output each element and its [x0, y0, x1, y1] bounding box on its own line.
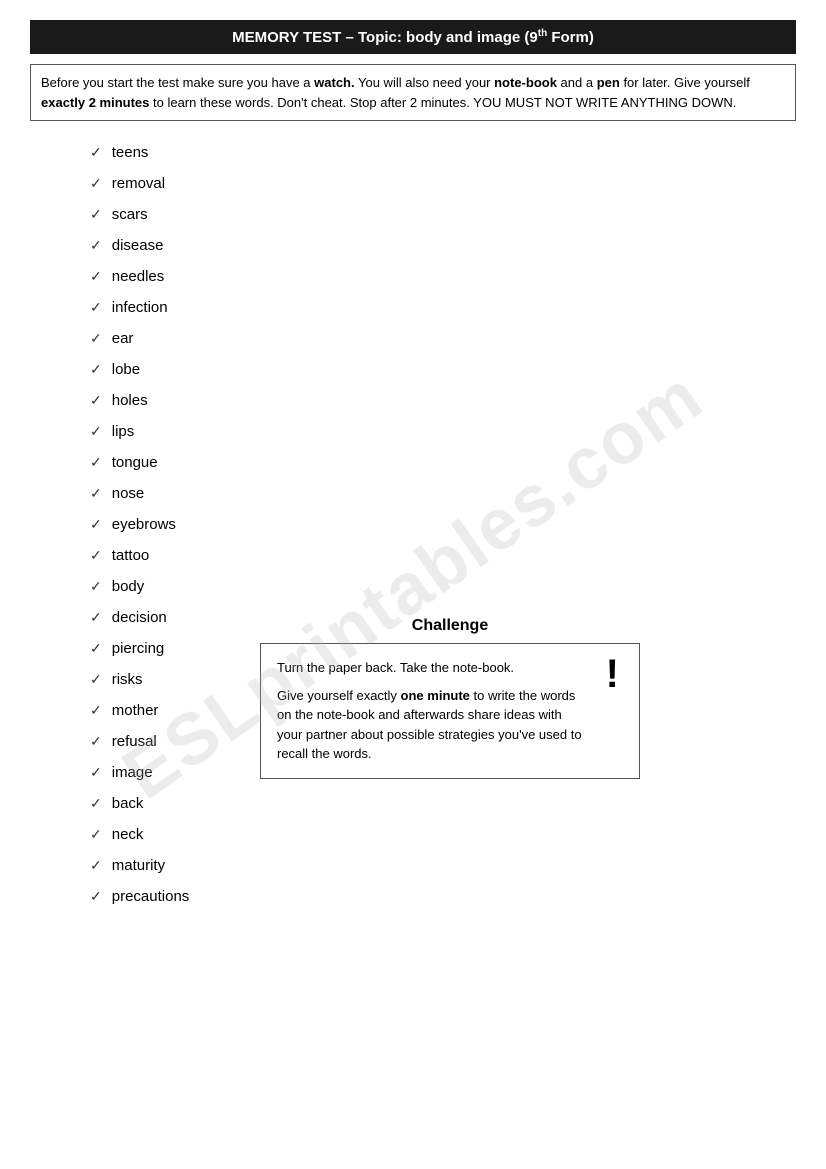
one-minute: one minute	[401, 688, 470, 703]
checkmark-icon: ✓	[90, 484, 102, 504]
checkmark-icon: ✓	[90, 608, 102, 628]
list-item: ✓ scars	[90, 199, 796, 230]
checkmark-icon: ✓	[90, 825, 102, 845]
word-text: tongue	[112, 452, 158, 473]
challenge-title: Challenge	[260, 617, 640, 635]
word-text: disease	[112, 235, 164, 256]
word-text: lobe	[112, 359, 140, 380]
list-item: ✓ holes	[90, 385, 796, 416]
checkmark-icon: ✓	[90, 422, 102, 442]
instructions-mid: You will also need your	[355, 75, 494, 90]
list-item: ✓ body	[90, 571, 796, 602]
page-title: MEMORY TEST – Topic: body and image (9th…	[30, 20, 796, 54]
checkmark-icon: ✓	[90, 763, 102, 783]
list-item: ✓ tattoo	[90, 540, 796, 571]
instructions-watch: watch.	[314, 75, 354, 90]
instructions-notebook: note-book	[494, 75, 557, 90]
checkmark-icon: ✓	[90, 453, 102, 473]
list-item: ✓ eyebrows	[90, 509, 796, 540]
challenge-line1: Turn the paper back. Take the note-book.	[277, 658, 623, 678]
list-item: ✓ back	[90, 788, 796, 819]
word-list: ✓ teens ✓ removal ✓ scars ✓ disease ✓ needles ✓ inf…	[90, 137, 796, 912]
word-text: tattoo	[112, 545, 150, 566]
instructions-mid2: and a	[557, 75, 597, 90]
word-text: lips	[112, 421, 135, 442]
checkmark-icon: ✓	[90, 515, 102, 535]
checkmark-icon: ✓	[90, 205, 102, 225]
instructions-end: for later. Give yourself	[620, 75, 750, 90]
word-text: needles	[112, 266, 165, 287]
checkmark-icon: ✓	[90, 391, 102, 411]
list-item: ✓ needles	[90, 261, 796, 292]
word-text: maturity	[112, 855, 165, 876]
word-text: decision	[112, 607, 167, 628]
word-text: ear	[112, 328, 134, 349]
word-text: mother	[112, 700, 159, 721]
instructions-pre: Before you start the test make sure you …	[41, 75, 314, 90]
word-text: eyebrows	[112, 514, 176, 535]
list-item: ✓ teens	[90, 137, 796, 168]
checkmark-icon: ✓	[90, 732, 102, 752]
list-item: ✓ lips	[90, 416, 796, 447]
checkmark-icon: ✓	[90, 887, 102, 907]
challenge-section: Challenge ! Turn the paper back. Take th…	[260, 617, 640, 779]
checkmark-icon: ✓	[90, 360, 102, 380]
word-text: refusal	[112, 731, 157, 752]
list-item: ✓ disease	[90, 230, 796, 261]
checkmark-icon: ✓	[90, 329, 102, 349]
instructions-exactly: exactly 2 minutes	[41, 95, 149, 110]
word-text: risks	[112, 669, 143, 690]
word-text: body	[112, 576, 145, 597]
checkmark-icon: ✓	[90, 546, 102, 566]
checkmark-icon: ✓	[90, 577, 102, 597]
word-text: precautions	[112, 886, 190, 907]
word-text: infection	[112, 297, 168, 318]
checkmark-icon: ✓	[90, 670, 102, 690]
list-item: ✓ infection	[90, 292, 796, 323]
word-text: neck	[112, 824, 144, 845]
list-item: ✓ removal	[90, 168, 796, 199]
checkmark-icon: ✓	[90, 236, 102, 256]
list-item: ✓ neck	[90, 819, 796, 850]
instructions-end2: to learn these words. Don't cheat. Stop …	[149, 95, 736, 110]
checkmark-icon: ✓	[90, 639, 102, 659]
word-text: back	[112, 793, 144, 814]
checkmark-icon: ✓	[90, 174, 102, 194]
word-text: image	[112, 762, 153, 783]
main-content: ✓ teens ✓ removal ✓ scars ✓ disease ✓ needles ✓ inf…	[30, 137, 796, 912]
list-item: ✓ maturity	[90, 850, 796, 881]
checkmark-icon: ✓	[90, 143, 102, 163]
list-item: ✓ precautions	[90, 881, 796, 912]
challenge-box: ! Turn the paper back. Take the note-boo…	[260, 643, 640, 779]
checkmark-icon: ✓	[90, 794, 102, 814]
instructions-box: Before you start the test make sure you …	[30, 64, 796, 121]
list-item: ✓ nose	[90, 478, 796, 509]
list-item: ✓ tongue	[90, 447, 796, 478]
challenge-line2: Give yourself exactly one minute to writ…	[277, 686, 623, 764]
checkmark-icon: ✓	[90, 701, 102, 721]
checkmark-icon: ✓	[90, 856, 102, 876]
word-text: nose	[112, 483, 145, 504]
word-column: ✓ teens ✓ removal ✓ scars ✓ disease ✓ needles ✓ inf…	[30, 137, 796, 912]
word-text: removal	[112, 173, 165, 194]
word-text: scars	[112, 204, 148, 225]
instructions-pen: pen	[597, 75, 620, 90]
word-text: teens	[112, 142, 149, 163]
list-item: ✓ lobe	[90, 354, 796, 385]
word-text: holes	[112, 390, 148, 411]
checkmark-icon: ✓	[90, 298, 102, 318]
checkmark-icon: ✓	[90, 267, 102, 287]
word-text: piercing	[112, 638, 165, 659]
exclamation-icon: !	[606, 654, 619, 694]
list-item: ✓ ear	[90, 323, 796, 354]
